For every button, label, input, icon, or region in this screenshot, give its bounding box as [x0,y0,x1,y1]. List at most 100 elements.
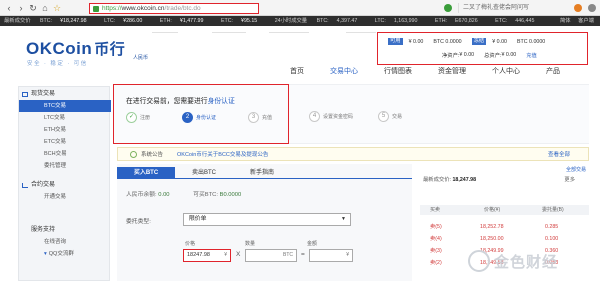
sidebar-spot-title: 现货交易 [19,89,111,100]
frozen-cny: ¥ 0.00 [492,38,507,45]
step-register: ✓ 注册 [126,112,150,123]
book-row[interactable]: 卖(5) 18,252.78 0.285 [420,222,589,233]
total-assets-value: ¥ 0.00 [501,52,517,58]
lightning-icon[interactable] [444,4,452,12]
sidebar-item-open-contract[interactable]: 开通交易 [19,191,111,203]
book-row[interactable]: 卖(4) 18,250.00 0.100 [420,234,589,245]
monitor-icon [22,92,28,97]
order-type-select[interactable]: 限价单 ▼ [183,213,351,226]
browser-right-tools: 二叉了梅礼查佬会阿问写 [444,3,596,13]
net-assets-value: ¥ 0.00 [459,52,475,58]
available-btc: BTC 0.0000 [433,38,462,45]
nav-home[interactable]: 首页 [290,66,304,78]
identity-verify-link[interactable]: 身份认证 [208,98,235,105]
sidebar-service-title: 服务支持 [31,227,56,233]
step-connector [152,32,178,33]
sidebar-item-eth[interactable]: ETH交易 [19,124,111,136]
total-label: 金额 [307,241,318,247]
sidebar-service-group: 服务支持 在线咨询 ▾ QQ交流群 [19,225,111,260]
sidebar-item-qq-group[interactable]: ▾ QQ交流群 [19,248,111,260]
price-label: 价格 [185,241,196,247]
caret-down-icon: ▼ [341,216,346,222]
nav-account[interactable]: 个人中心 [492,66,520,78]
balance-row: 人民币余额: 0.00 可买BTC: B0.0000 [126,189,241,198]
sidebar-spot-group: 现货交易 BTC交易 LTC交易 ETH交易 ETC交易 BCH交易 委托管理 [19,89,111,172]
menu-icon[interactable] [588,4,596,12]
book-header-side: 买卖 [430,207,441,213]
sidebar-item-ltc[interactable]: LTC交易 [19,112,111,124]
step-identity[interactable]: 2 身份认证 [182,112,216,123]
main-nav: 首页 交易中心 行情图表 资金管理 个人中心 产品 [290,66,586,78]
refresh-icon[interactable]: ↻ [28,3,38,13]
notice-view-all[interactable]: 查看全部 [548,150,570,158]
all-trades-link[interactable]: 全部交易 [566,166,586,173]
forward-icon[interactable]: › [16,3,26,13]
ticker-label: 最新成交价 [4,18,31,24]
trade-tabs: 买入BTC 卖出BTC 新手指南 [117,167,412,179]
watermark-logo-icon [468,250,490,272]
tab-sell-btc[interactable]: 卖出BTC [175,167,233,178]
sidebar-item-btc[interactable]: BTC交易 [19,100,111,112]
tab-guide[interactable]: 新手指南 [233,167,291,178]
nav-trade-center[interactable]: 交易中心 [330,66,358,78]
sidebar-contract-group: 合约交易 开通交易 [19,180,111,203]
book-more-link[interactable]: 更多 [564,175,575,183]
total-input[interactable]: ¥ [309,249,353,262]
account-total-row: 净资产: ¥ 0.00 总资产: ¥ 0.00 充值 [442,51,537,59]
sidebar-contract-title: 合约交易 [19,180,111,191]
step-trade: 5 交易 [378,111,402,122]
trade-panel: 买入BTC 卖出BTC 新手指南 人民币余额: 0.00 可买BTC: B0.0… [117,164,412,281]
buyable-label: 可买BTC: [193,192,218,198]
logo-slogan: 安全 · 稳定 · 可信 [27,61,88,67]
sidebar-item-orders[interactable]: 委托管理 [19,160,111,172]
browser-search-hint[interactable]: 二叉了梅礼查佬会阿问写 [458,3,568,13]
volume-btc: BTC: 4,397.47 [316,18,358,24]
ticker-ltc: LTC: ¥286.00 [104,18,143,24]
okcoin-logo[interactable]: OKCoin 币行 [26,38,125,59]
volume-eth: ETH: E670,826 [434,18,478,24]
order-type-label: 委托类型: [126,219,151,225]
back-icon[interactable]: ‹ [4,3,14,13]
nav-funds[interactable]: 资金管理 [438,66,466,78]
price-input[interactable]: 18247.98 ¥ [183,249,231,262]
frozen-btc: BTC 0.0000 [516,38,546,45]
multiply-sign: X [236,251,241,258]
url-text: https://www.okcoin.cn/trade/btc.do [102,5,201,12]
language-switch[interactable]: 简体 [560,18,571,24]
amount-label: 数量 [245,241,256,247]
cny-balance-value: 0.00 [158,192,170,198]
ticker-volume-label: 24小时成交量 [274,18,308,24]
amount-input[interactable]: BTC [245,249,297,262]
verification-title: 在进行交易前，您需要进行身份认证 [126,98,235,105]
star-icon[interactable]: ☆ [52,3,62,13]
extension-icon[interactable] [574,4,582,12]
sidebar-item-bch[interactable]: BCH交易 [19,148,111,160]
recharge-link[interactable]: 充值 [526,51,537,59]
ticker-btc: BTC: ¥18,247.98 [39,18,87,24]
available-tag: 可用 [388,38,403,45]
sidebar-item-online-chat[interactable]: 在线咨询 [19,236,111,248]
address-bar[interactable]: https://www.okcoin.cn/trade/btc.do [89,3,259,14]
nav-products[interactable]: 产品 [546,66,560,78]
notice-label: 系统公告 [141,152,164,158]
available-cny: ¥ 0.00 [408,38,424,45]
price-ticker: 最新成交价 BTC: ¥18,247.98 LTC: ¥286.00 ETH: ¥1,… [0,16,600,26]
chevron-down-icon: ▾ [44,251,47,257]
book-header-price: 价格(¥) [484,207,501,213]
tab-buy-btc[interactable]: 买入BTC [117,167,175,178]
step-fund-password: 4 设置资金密码 [309,111,353,122]
watermark: 金色财经 [468,248,558,274]
book-header-amount: 委托量(B) [542,207,564,213]
net-assets-label: 净资产: [442,53,460,59]
home-icon[interactable]: ⌂ [40,3,50,13]
volume-ltc: LTC: 1,163,990 [374,18,418,24]
sidebar-item-etc[interactable]: ETC交易 [19,136,111,148]
notice-link[interactable]: OKCoin币行关于BCC交易及提现公告 [177,150,268,158]
client-link[interactable]: 客户端 [578,18,594,24]
ticker-etc: ETC: ¥95.15 [220,18,258,24]
account-available-row: 可用 ¥ 0.00 BTC 0.0000 冻结 ¥ 0.00 BTC 0.000… [388,38,545,45]
nav-charts[interactable]: 行情图表 [384,66,412,78]
watermark-text: 金色财经 [494,253,559,271]
equals-sign: = [301,251,305,258]
chart-line-icon [22,183,28,188]
